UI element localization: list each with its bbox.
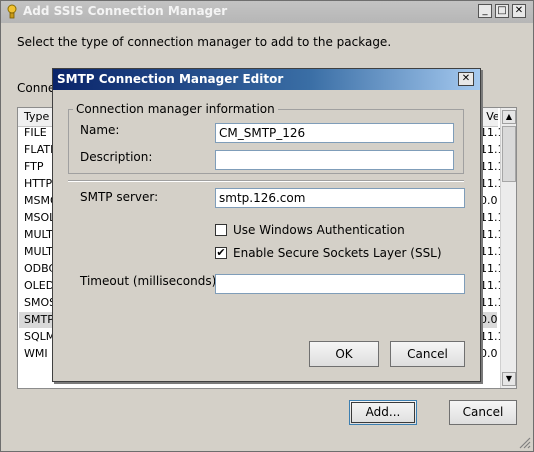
smtp-server-label: SMTP server: [80, 190, 159, 204]
description-label: Description: [80, 150, 153, 164]
ssl-checkbox[interactable]: ✔ [215, 247, 227, 259]
list-item-version[interactable]: 0.0 [480, 194, 498, 207]
scroll-thumb[interactable] [502, 126, 516, 182]
resize-grip-icon[interactable] [517, 435, 531, 449]
list-item-type[interactable]: SMTP [24, 313, 54, 326]
ssl-label[interactable]: Enable Secure Sockets Layer (SSL) [233, 246, 442, 260]
dialog-title-bar[interactable]: SMTP Connection Manager Editor ✕ [53, 69, 480, 90]
smtp-server-field[interactable]: smtp.126.com [215, 188, 465, 208]
vertical-scrollbar[interactable]: ▲ ▼ [500, 108, 516, 388]
list-item-version[interactable]: 0.0 [480, 313, 498, 326]
windows-auth-label[interactable]: Use Windows Authentication [233, 223, 405, 237]
cancel-button[interactable]: Cancel [390, 341, 465, 367]
windows-auth-checkbox[interactable] [215, 224, 227, 236]
list-item-type[interactable]: HTTP [24, 177, 52, 190]
close-icon[interactable]: ✕ [458, 72, 474, 86]
name-label: Name: [80, 123, 120, 137]
list-item-type[interactable]: FILE [24, 126, 47, 139]
dialog-title: SMTP Connection Manager Editor [57, 72, 284, 86]
scroll-down-icon[interactable]: ▼ [502, 372, 516, 386]
group-title: Connection manager information [73, 102, 278, 116]
close-icon[interactable]: ✕ [512, 4, 526, 18]
maximize-icon[interactable]: □ [495, 4, 509, 18]
minimize-icon[interactable]: _ [478, 4, 492, 18]
outer-cancel-button[interactable]: Cancel [449, 400, 517, 425]
description-field[interactable] [215, 150, 454, 170]
add-button[interactable]: Add... [349, 400, 417, 425]
ssis-window-icon [7, 4, 17, 19]
title-bar[interactable]: Add SSIS Connection Manager _ □ ✕ [1, 1, 533, 23]
scroll-up-icon[interactable]: ▲ [502, 110, 516, 124]
ok-button[interactable]: OK [309, 341, 379, 367]
instruction-text: Select the type of connection manager to… [17, 35, 392, 49]
list-item-type[interactable]: WMI [24, 347, 48, 360]
smtp-editor-dialog: SMTP Connection Manager Editor ✕ Connect… [52, 68, 481, 382]
name-field[interactable]: CM_SMTP_126 [215, 123, 454, 143]
window-title: Add SSIS Connection Manager [23, 4, 228, 18]
list-item-type[interactable]: FTP [24, 160, 44, 173]
timeout-field[interactable] [215, 274, 465, 294]
list-item-version[interactable]: 0.0 [480, 347, 498, 360]
separator [68, 180, 464, 182]
timeout-label: Timeout (milliseconds): [80, 274, 221, 288]
column-header-type[interactable]: Type [24, 110, 49, 123]
